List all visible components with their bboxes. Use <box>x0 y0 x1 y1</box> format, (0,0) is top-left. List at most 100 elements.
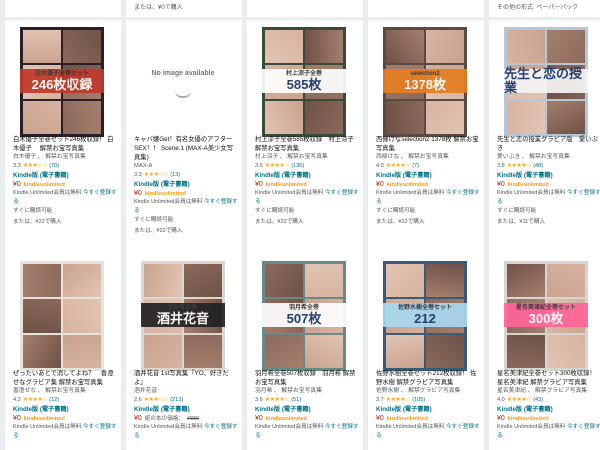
book-cover-image[interactable]: selection2 1378枚 <box>383 27 467 137</box>
star-rating-icon[interactable]: ★★★★☆ <box>386 162 411 171</box>
cover-title-band: selection2 1378枚 <box>383 69 467 93</box>
product-card[interactable]: No image available キャバ嬢Get！有名女優のアフターSEX！！… <box>126 20 242 256</box>
cover-photo-tile <box>547 30 585 64</box>
rating-row[interactable]: 2.6 ★★★☆☆ (213) <box>134 396 238 405</box>
star-rating-icon[interactable]: ★★★☆☆ <box>23 162 48 171</box>
review-count-link[interactable]: (43) <box>533 396 543 405</box>
product-title-link[interactable]: 村上涼子全巻585枚収録 村上涼子 解禁お宝写真集 <box>255 135 359 153</box>
kindle-unlimited-note: Kindle Unlimited会員は無料 今すぐ登録する <box>13 423 117 441</box>
product-title-link[interactable]: 星名美津紀全巻セット300枚収録！ 星名美津紀 解禁グラビア写真集 <box>497 369 600 387</box>
book-cover-image[interactable]: 村上涼子全巻 585枚 <box>262 27 346 137</box>
book-cover-image[interactable]: 羽月希全巻 507枚 <box>262 261 346 371</box>
no-image-placeholder[interactable]: No image available <box>141 27 225 137</box>
product-title-link[interactable]: 酒井花音 1st写真集『YO、好きだよ』 <box>134 369 238 387</box>
product-title-link[interactable]: 先生と恋の授業グラビア版 愛いぶき <box>497 135 600 153</box>
product-card[interactable]: ぜったいあとで消してよね？ 香澄せなグラビア集 解禁お宝写真集 香澄せな 、 解禁… <box>5 254 121 450</box>
product-author: 佐野水樹 、 解禁グラビア写真集 <box>376 388 461 394</box>
rating-row[interactable]: 4.2 ★★★★☆ (12) <box>13 396 117 405</box>
review-count-link[interactable]: (213) <box>170 396 183 405</box>
product-author: 星名美津紀 、 解禁グラビア写真集 <box>497 388 588 394</box>
rating-row[interactable]: 4.0 ★★★★☆ (43) <box>497 396 600 405</box>
product-card[interactable]: 村上涼子全巻 585枚 村上涼子全巻585枚収録 村上涼子 解禁お宝写真集 村上涼子 … <box>247 20 363 256</box>
book-cover-image[interactable]: 先生と恋の授業 <box>504 27 588 137</box>
product-info: 星名美津紀全巻セット300枚収録！ 星名美津紀 解禁グラビア写真集 星名美津紀 、… <box>497 369 600 441</box>
review-count-link[interactable]: (7) <box>412 162 419 171</box>
rating-row[interactable]: 3.6 ★★★★☆ (51) <box>255 396 359 405</box>
cover-count-text: 300枚 <box>528 310 564 326</box>
product-title-link[interactable]: 白木優子全巻セット246枚収録！ 白木優子 解禁お宝写真集 <box>13 135 117 153</box>
product-title-link[interactable]: 佐野水樹全巻セット212枚収録！ 佐野水樹 解禁グラビア写真集 <box>376 369 480 387</box>
review-count-link[interactable]: (48) <box>533 162 543 171</box>
cover-photo-tile <box>63 299 101 333</box>
cover-photo-tile <box>507 334 545 368</box>
star-rating-icon[interactable]: ★★★☆☆ <box>144 396 169 405</box>
book-cover-image[interactable]: 星名美津紀全巻セット 300枚 <box>504 261 588 371</box>
book-cover-image[interactable]: 白木優子全巻セット 246枚収録 <box>20 27 104 137</box>
product-card[interactable]: 佐野水樹全巻セット 212 佐野水樹全巻セット212枚収録！ 佐野水樹 解禁グラビア… <box>368 254 484 450</box>
format-link[interactable]: Kindle版 (電子書籍) <box>497 405 600 414</box>
star-rating-icon[interactable]: ★★★★☆ <box>23 396 48 405</box>
product-title-link[interactable]: ぜったいあとで消してよね？ 香澄せなグラビア集 解禁お宝写真集 <box>13 369 117 387</box>
product-title-link[interactable]: キャバ嬢Get！有名女優のアフターSEX！！ Scene.1 (MAX-A美少女… <box>134 135 238 162</box>
ku-note-text: Kindle Unlimited会員は無料 <box>376 424 445 430</box>
cover-photo-collage <box>20 261 104 371</box>
format-link[interactable]: Kindle版 (電子書籍) <box>376 171 480 180</box>
review-count-link[interactable]: (12) <box>49 396 59 405</box>
rating-value: 3.6 <box>255 163 263 169</box>
star-rating-icon[interactable]: ★★★★☆ <box>507 162 532 171</box>
price-value: ¥0 <box>255 181 263 188</box>
format-link[interactable]: Kindle版 (電子書籍) <box>134 405 238 414</box>
cover-photo-tile <box>184 334 222 368</box>
price-value: ¥0 <box>376 181 384 188</box>
rating-row[interactable]: 3.6 ★★★★☆ (130) <box>255 162 359 171</box>
rating-row[interactable]: 3.3 ★★★☆☆ (13) <box>134 171 238 180</box>
alt-price-link[interactable]: または、¥22で購入 <box>13 218 117 227</box>
cover-photo-tile <box>63 100 101 134</box>
star-rating-icon[interactable]: ★★★☆☆ <box>144 171 169 180</box>
product-card[interactable]: YO 写真集 酒井花音 酒井花音 1st写真集『YO、好きだよ』 酒井花音 2.6 ★★★… <box>126 254 242 450</box>
format-link[interactable]: Kindle版 (電子書籍) <box>376 405 480 414</box>
review-count-link[interactable]: (130) <box>291 162 304 171</box>
cover-photo-tile <box>386 100 424 134</box>
cover-photo-tile <box>265 30 303 64</box>
book-cover-image[interactable]: 佐野水樹全巻セット 212 <box>383 261 467 371</box>
review-count-link[interactable]: (105) <box>412 396 425 405</box>
star-rating-icon[interactable]: ★★★★☆ <box>386 396 411 405</box>
product-card[interactable]: selection2 1378枚西條けなselection2 1378枚 解禁お宝… <box>368 20 484 256</box>
rating-row[interactable]: 3.3 ★★★☆☆ (70) <box>13 162 117 171</box>
format-link[interactable]: Kindle版 (電子書籍) <box>134 180 238 189</box>
star-rating-icon[interactable]: ★★★★☆ <box>265 396 290 405</box>
product-card[interactable]: 白木優子全巻セット 246枚収録 白木優子全巻セット246枚収録！ 白木優子 解禁お… <box>5 20 121 256</box>
product-info: 羽月希全巻507枚収録 羽月希 解禁お宝写真集 羽月希 、 解禁お宝写真集 3.6 ★… <box>255 369 359 441</box>
format-link[interactable]: Kindle版 (電子書籍) <box>255 405 359 414</box>
star-rating-icon[interactable]: ★★★★☆ <box>507 396 532 405</box>
review-count-link[interactable]: (70) <box>49 162 59 171</box>
format-link[interactable]: Kindle版 (電子書籍) <box>497 171 600 180</box>
format-link[interactable]: Kindle版 (電子書籍) <box>13 171 117 180</box>
format-link[interactable]: Kindle版 (電子書籍) <box>13 405 117 414</box>
review-count-link[interactable]: (51) <box>291 396 301 405</box>
product-card[interactable]: 羽月希全巻 507枚 羽月希全巻507枚収録 羽月希 解禁お宝写真集 羽月希 、 解禁… <box>247 254 363 450</box>
rating-row[interactable]: 3.7 ★★★★☆ (105) <box>376 396 480 405</box>
star-rating-icon[interactable]: ★★★★☆ <box>265 162 290 171</box>
alt-price-link[interactable]: または、¥22で購入 <box>376 218 480 227</box>
review-count-link[interactable]: (13) <box>170 171 180 180</box>
alt-price-link[interactable]: または、¥11で購入 <box>497 218 600 227</box>
rating-row[interactable]: 4.0 ★★★★☆ (7) <box>376 162 480 171</box>
price-value: ¥0 <box>134 190 142 197</box>
ku-note-text: Kindle Unlimited会員は無料 <box>255 190 324 196</box>
ku-note-text: Kindle Unlimited会員は無料 <box>497 424 566 430</box>
kindle-unlimited-note: Kindle Unlimited会員は無料 今すぐ登録する <box>134 423 238 441</box>
product-title-link[interactable]: 羽月希全巻507枚収録 羽月希 解禁お宝写真集 <box>255 369 359 387</box>
book-cover-image[interactable] <box>20 261 104 371</box>
alt-price-link[interactable]: または、¥22で購入 <box>255 218 359 227</box>
product-card[interactable]: 星名美津紀全巻セット 300枚 星名美津紀全巻セット300枚収録！ 星名美津紀 解禁… <box>489 254 600 450</box>
rating-row[interactable]: 3.8 ★★★★☆ (48) <box>497 162 600 171</box>
product-card[interactable]: 先生と恋の授業 先生と恋の授業グラビア版 愛いぶき 愛いぶき 、 解禁お宝写真集 3.… <box>489 20 600 256</box>
format-link[interactable]: Kindle版 (電子書籍) <box>255 171 359 180</box>
price-row: ¥0 kindleunlimited <box>13 414 117 423</box>
kindle-unlimited-note: Kindle Unlimited会員は無料 今すぐ登録する <box>255 423 359 441</box>
alt-price-link[interactable]: または、¥22で購入 <box>134 227 238 236</box>
product-title-link[interactable]: 西條けなselection2 1378枚 解禁お宝写真集 <box>376 135 480 153</box>
book-cover-image[interactable]: YO 写真集 酒井花音 <box>141 261 225 371</box>
